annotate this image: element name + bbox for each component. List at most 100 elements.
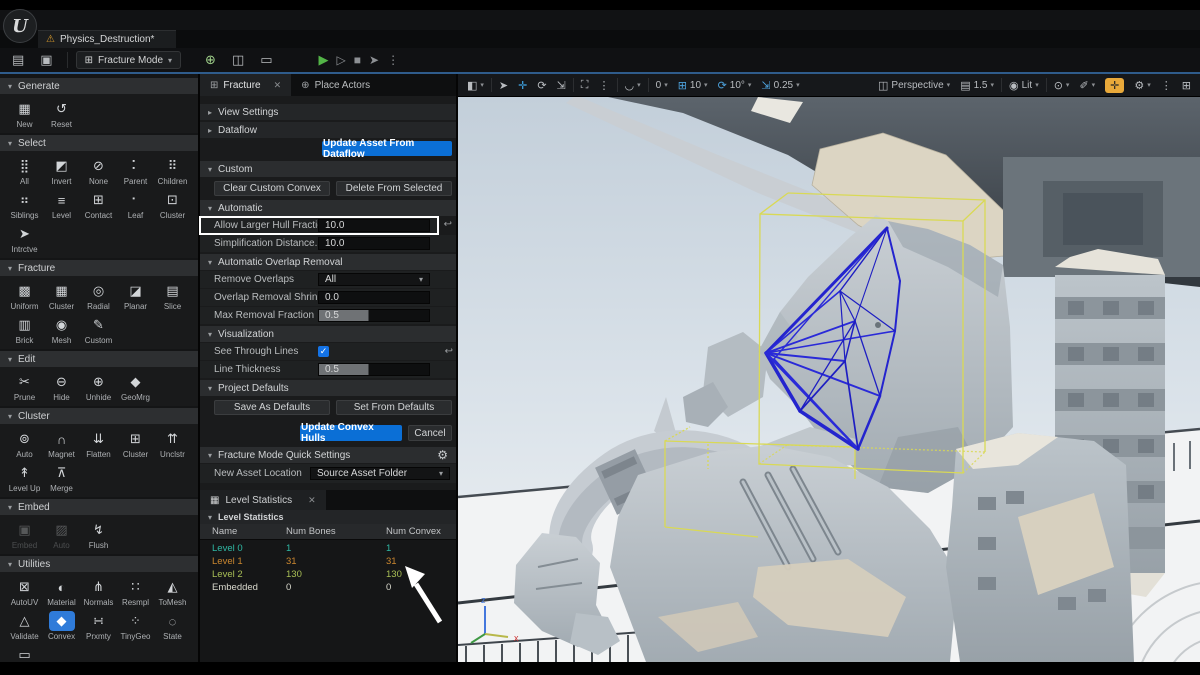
tool-button[interactable]: ∺ Prxmty [80, 611, 117, 641]
stats-section-header[interactable]: ▾ Level Statistics [200, 510, 456, 524]
overlap-removal-shrink-input[interactable]: 0.0 [318, 291, 430, 304]
frame-selection-button[interactable]: ⛶ [576, 74, 594, 96]
delete-from-selected-button[interactable]: Delete From Selected [336, 181, 452, 196]
tool-button[interactable]: ⣿ All [6, 156, 43, 186]
view-mode-button[interactable]: ◉ Lit ▾ [1004, 79, 1044, 92]
menu-item[interactable] [216, 10, 238, 30]
section-dataflow[interactable]: ▸ Dataflow [200, 122, 456, 138]
gizmo-options-button[interactable]: ⋮ [594, 74, 615, 96]
tool-button[interactable]: ∩ Magnet [43, 429, 80, 459]
tool-button[interactable]: ⊠ AutoUV [6, 577, 43, 607]
max-removal-fraction-slider[interactable]: 0.5 [318, 309, 430, 322]
tool-button[interactable]: ◩ Invert [43, 156, 80, 186]
tool-button[interactable]: ◐ Material [43, 577, 80, 607]
screen-percentage-button[interactable]: ▤ 1.5 ▾ [955, 79, 999, 92]
menu-item[interactable] [128, 10, 150, 30]
tab-fracture[interactable]: ⊞ Fracture ✕ [200, 74, 291, 96]
allow-larger-hull-fraction-input[interactable]: 10.0 [318, 219, 430, 232]
show-flags-button[interactable]: ⊙ ▾ [1049, 79, 1075, 92]
camera-options-button[interactable]: ◧ ▾ [462, 74, 489, 96]
asset-tab[interactable]: ⚠ Physics_Destruction* [38, 30, 176, 48]
tool-button[interactable]: ∷ Resmpl [117, 577, 154, 607]
close-icon[interactable]: ✕ [308, 495, 316, 506]
tool-button[interactable]: ◆ Convex [43, 611, 80, 641]
tool-section-header[interactable]: ▾ Generate [0, 78, 198, 94]
tool-button[interactable]: ▦ New [6, 99, 43, 129]
menu-item[interactable] [194, 10, 216, 30]
select-tool-button[interactable]: ➤ [494, 74, 513, 96]
tool-button[interactable]: ▤ Slice [154, 281, 191, 311]
section-project-defaults[interactable]: ▾ Project Defaults [200, 380, 456, 396]
editor-tools-button[interactable]: ✐ ▾ [1074, 79, 1100, 92]
tool-section-header[interactable]: ▾ Cluster [0, 408, 198, 424]
tool-button[interactable]: ⊘ None [80, 156, 117, 186]
tool-button[interactable]: ⁘ TinyGeo [117, 611, 154, 641]
add-actor-icon[interactable]: ⊕ [199, 50, 222, 70]
tool-button[interactable]: ✎ Custom [80, 315, 117, 345]
fracture-gizmo-button[interactable]: ✛ [1100, 78, 1129, 93]
reset-to-default-icon[interactable]: ↩ [444, 219, 452, 230]
tool-button[interactable]: ⊕ Unhide [80, 372, 117, 402]
tool-button[interactable]: ◭ ToMesh [154, 577, 191, 607]
tool-button[interactable]: ▥ Brick [6, 315, 43, 345]
viewport-settings-button[interactable]: ⚙ ▾ [1129, 79, 1155, 92]
rotation-snap-button[interactable]: ⟳ 10° ▾ [713, 74, 757, 96]
menu-item[interactable] [172, 10, 194, 30]
section-automatic-overlap-removal[interactable]: ▾ Automatic Overlap Removal [200, 254, 456, 270]
tool-button[interactable]: ↟ Level Up [6, 463, 43, 493]
unreal-logo[interactable]: U [3, 9, 37, 43]
gear-icon[interactable]: ⚙ [437, 448, 448, 462]
column-num-convex[interactable]: Num Convex [386, 526, 456, 537]
section-visualization[interactable]: ▾ Visualization [200, 326, 456, 342]
tool-button[interactable]: ⠅ Parent [117, 156, 154, 186]
tool-button[interactable]: ⊖ Hide [43, 372, 80, 402]
clear-custom-convex-button[interactable]: Clear Custom Convex [214, 181, 330, 196]
tool-button[interactable]: ↺ Reset [43, 99, 80, 129]
tool-button[interactable]: ✂ Prune [6, 372, 43, 402]
tool-button[interactable]: ⇊ Flatten [80, 429, 117, 459]
save-as-defaults-button[interactable]: Save As Defaults [214, 400, 330, 415]
tool-button[interactable]: ◌ State [154, 611, 191, 641]
set-from-defaults-button[interactable]: Set From Defaults [336, 400, 452, 415]
tool-button[interactable]: ▦ Cluster [43, 281, 80, 311]
tool-button[interactable]: ⊞ Contact [80, 190, 117, 220]
tool-button[interactable]: ⊼ Merge [43, 463, 80, 493]
tool-section-header[interactable]: ▾ Embed [0, 499, 198, 515]
tool-button[interactable]: ◉ Mesh [43, 315, 80, 345]
section-automatic[interactable]: ▾ Automatic [200, 200, 456, 216]
tool-button[interactable]: ⋔ Normals [80, 577, 117, 607]
section-custom[interactable]: ▾ Custom [200, 161, 456, 177]
tool-button[interactable]: ↯ Flush [80, 520, 117, 550]
tool-button[interactable]: ➤ Intrctve [6, 224, 43, 254]
tool-button[interactable]: ⇈ Unclstr [154, 429, 191, 459]
new-asset-location-dropdown[interactable]: Source Asset Folder ▾ [310, 467, 450, 480]
projection-button[interactable]: ◫ Perspective ▾ [873, 79, 955, 92]
stats-table-row[interactable]: Embedded 0 0 [200, 581, 456, 594]
tool-section-header[interactable]: ▾ Select [0, 135, 198, 151]
content-browser-icon[interactable]: ▣ [34, 50, 58, 70]
tool-button[interactable]: ⊞ Cluster [117, 429, 154, 459]
tool-section-header[interactable]: ▾ Fracture [0, 260, 198, 276]
reset-to-default-icon[interactable]: ↩ [445, 346, 453, 357]
rotate-tool-button[interactable]: ⟳ [532, 74, 551, 96]
tool-button[interactable]: ▩ Uniform [6, 281, 43, 311]
remove-overlaps-dropdown[interactable]: All ▾ [318, 273, 430, 286]
tool-button[interactable]: ≡ Level [43, 190, 80, 220]
update-asset-from-dataflow-button[interactable]: Update Asset From Dataflow [322, 141, 452, 156]
update-convex-hulls-button[interactable]: Update Convex Hulls [300, 425, 402, 441]
tool-section-header[interactable]: ▾ Edit [0, 351, 198, 367]
stats-table-row[interactable]: Level 1 31 31 [200, 555, 456, 568]
launch-icon[interactable]: ➤ [369, 53, 379, 67]
more-options-icon[interactable]: ⋮ [387, 53, 399, 67]
tool-button[interactable]: ◪ Planar [117, 281, 154, 311]
line-thickness-slider[interactable]: 0.5 [318, 363, 430, 376]
tool-button[interactable]: △ Validate [6, 611, 43, 641]
section-view-settings[interactable]: ▸ View Settings [200, 104, 456, 120]
section-quick-settings[interactable]: ▾ Fracture Mode Quick Settings ⚙ [200, 447, 456, 463]
tool-button[interactable]: ⠂ Leaf [117, 190, 154, 220]
menu-item[interactable] [150, 10, 172, 30]
tool-button[interactable]: ▣ Embed [6, 520, 43, 550]
stats-table-row[interactable]: Level 2 130 130 [200, 568, 456, 581]
tool-button[interactable]: ▨ Auto [43, 520, 80, 550]
editor-mode-select[interactable]: ⊞ Fracture Mode ▾ [76, 51, 181, 69]
